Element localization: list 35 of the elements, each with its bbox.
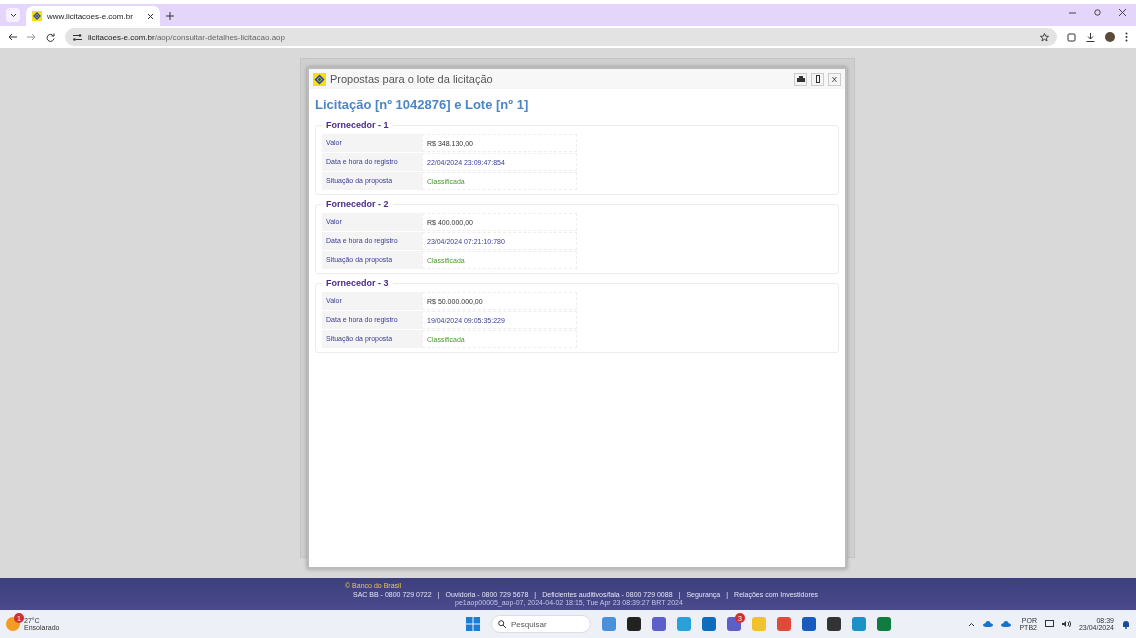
bell-icon[interactable] xyxy=(1122,619,1130,629)
dialog-title: Propostas para o lote da licitação xyxy=(330,73,494,85)
maximize-button[interactable] xyxy=(811,72,824,86)
download-icon[interactable] xyxy=(1086,32,1095,42)
star-icon[interactable] xyxy=(1040,32,1049,42)
print-button[interactable] xyxy=(794,72,807,86)
chevron-down-icon xyxy=(9,12,17,18)
close-icon[interactable] xyxy=(147,12,154,20)
cloud-icon[interactable] xyxy=(1001,621,1012,627)
tab-list-button[interactable] xyxy=(6,8,20,22)
browser-tab[interactable]: www.licitacoes-e.com.br xyxy=(26,6,160,26)
speaker-icon[interactable] xyxy=(1061,620,1071,628)
site-settings-icon[interactable] xyxy=(73,33,82,41)
menu-icon[interactable] xyxy=(1125,32,1128,42)
close-icon[interactable] xyxy=(1119,8,1126,16)
cloud-icon[interactable] xyxy=(983,621,994,627)
search-icon xyxy=(498,620,506,628)
search-field[interactable]: Pesquisar xyxy=(491,615,591,633)
start-icon[interactable] xyxy=(466,617,480,631)
address-bar[interactable]: licitacoes-e.com.br/aop/consultar-detalhes-licitacao.aop xyxy=(65,28,1057,46)
reload-icon[interactable] xyxy=(46,32,55,42)
avatar-icon[interactable] xyxy=(1105,32,1115,42)
printer-icon xyxy=(796,75,805,83)
extensions-icon[interactable] xyxy=(1067,32,1076,42)
dialog-heading: Licitação [nº 1042876] e Lote [nº 1] xyxy=(315,97,530,112)
logo-icon xyxy=(313,72,326,86)
restore-icon[interactable] xyxy=(1094,8,1101,16)
logo-icon xyxy=(32,11,42,21)
url-text: licitacoes-e.com.br/aop/consultar-detalhes-licitacao.aop xyxy=(88,32,285,42)
monitor-icon[interactable] xyxy=(1044,620,1054,628)
close-button[interactable]: X xyxy=(828,72,841,86)
new-tab-icon[interactable] xyxy=(166,12,174,20)
forward-icon[interactable] xyxy=(27,33,36,41)
chevron-up-icon[interactable] xyxy=(968,621,976,627)
back-icon[interactable] xyxy=(8,33,17,41)
